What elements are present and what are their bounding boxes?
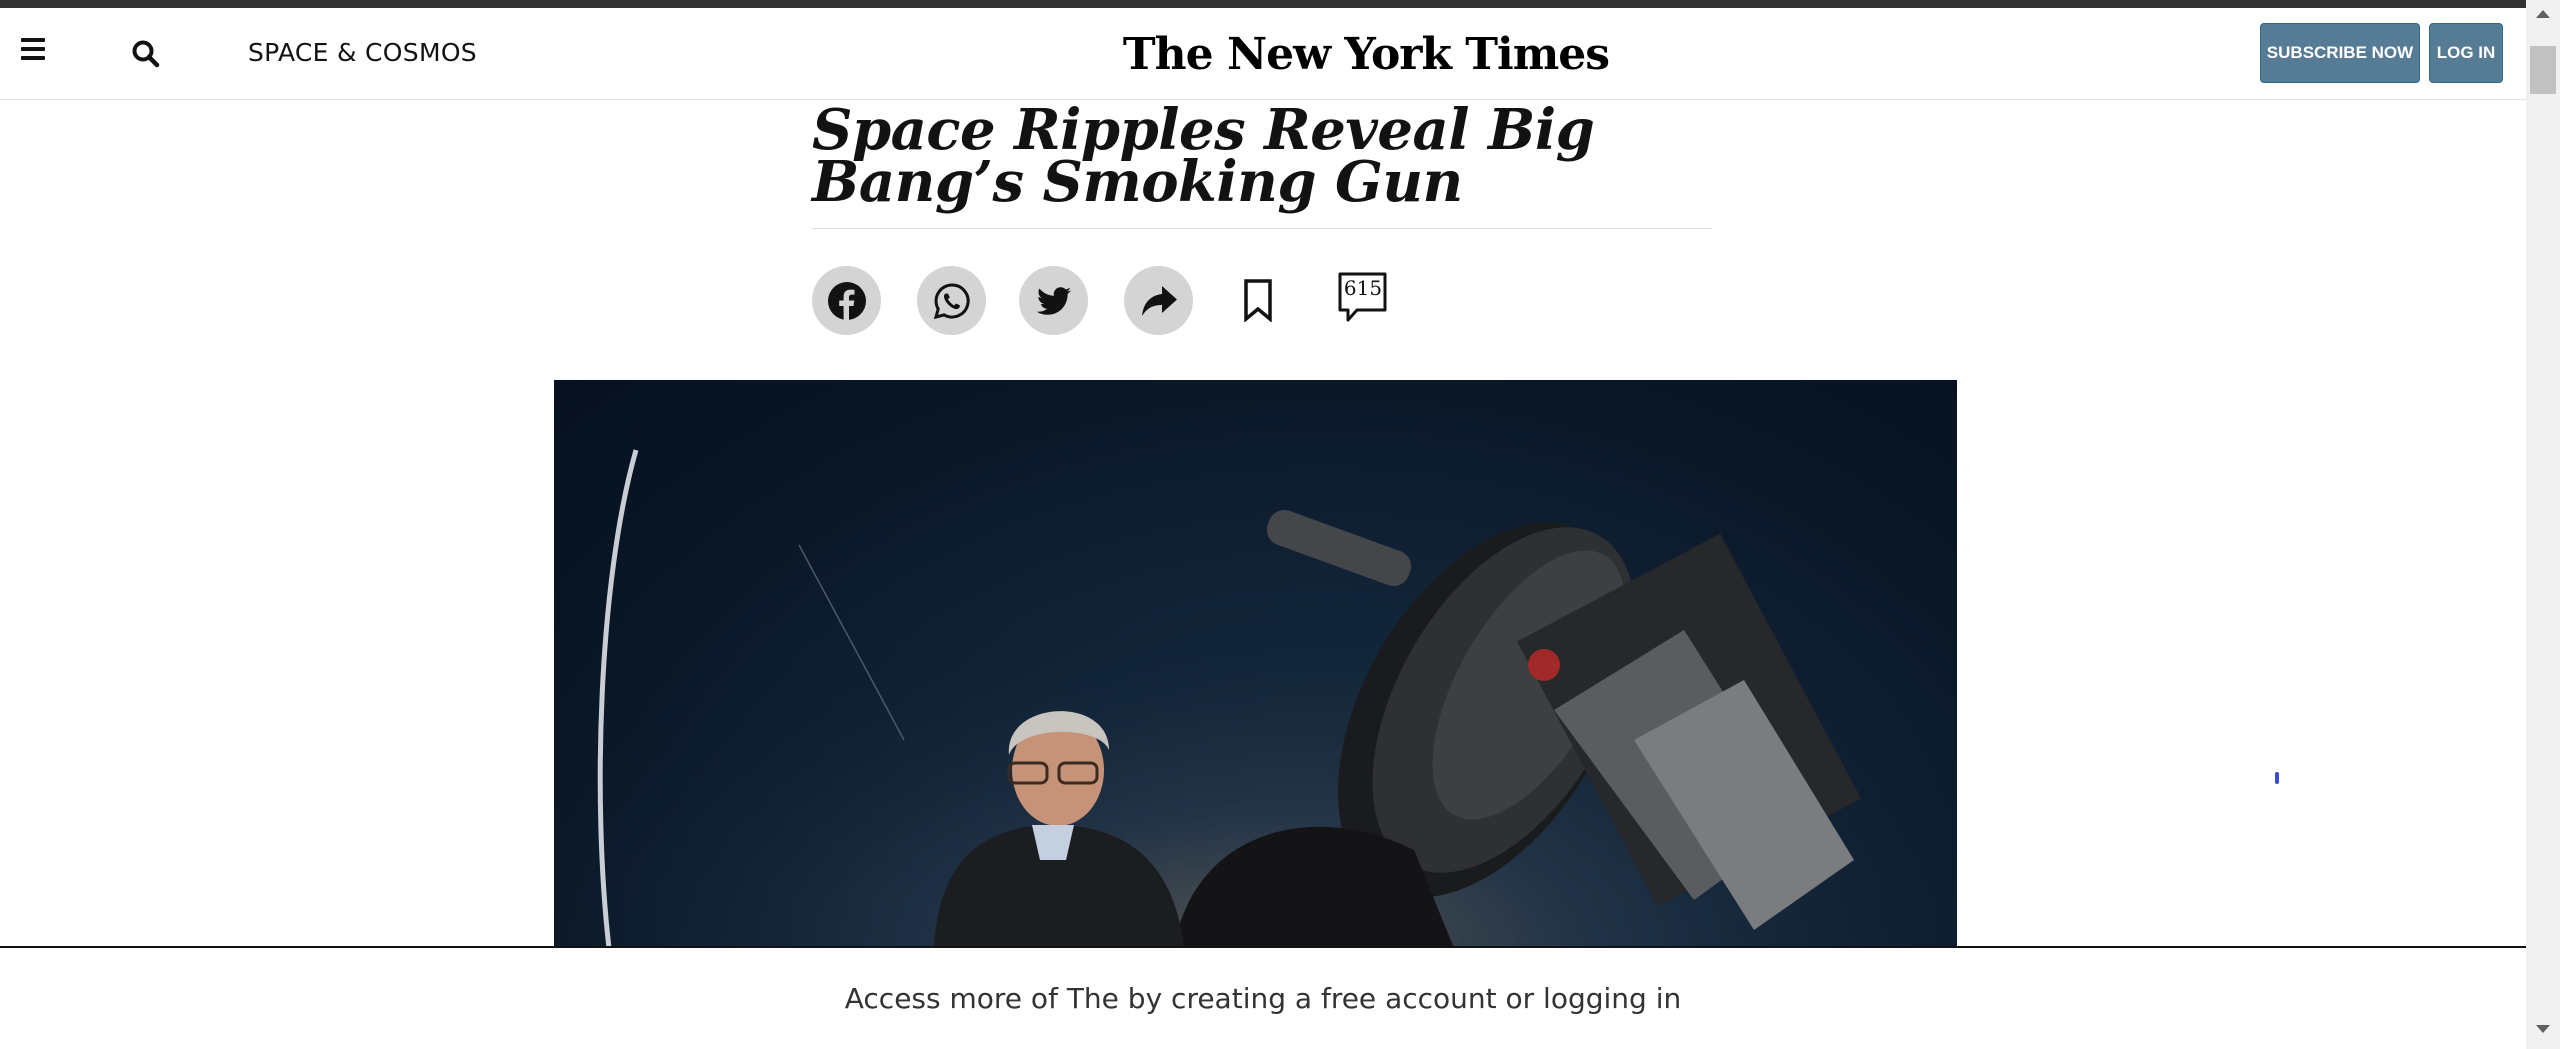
twitter-share-button[interactable] xyxy=(1019,266,1088,335)
registration-prompt-text[interactable]: Access more of The by creating a free ac… xyxy=(0,982,2526,1015)
more-share-button[interactable] xyxy=(1124,266,1193,335)
whatsapp-share-button[interactable] xyxy=(917,266,986,335)
headline-divider xyxy=(812,228,1712,229)
comments-button[interactable]: 615 xyxy=(1338,272,1388,324)
masthead: SPACE & COSMOS The New York Times SUBSCR… xyxy=(0,8,2526,100)
scrollbar-thumb[interactable] xyxy=(2530,46,2556,94)
registration-prompt: Access more of The by creating a free ac… xyxy=(0,946,2526,1049)
section-link[interactable]: SPACE & COSMOS xyxy=(248,38,477,67)
subscribe-button[interactable]: SUBSCRIBE NOW xyxy=(2260,23,2420,83)
twitter-icon xyxy=(1036,286,1071,315)
nyt-logo[interactable]: The New York Times xyxy=(1123,24,1610,84)
facebook-share-button[interactable] xyxy=(812,266,881,335)
share-icon xyxy=(1141,285,1177,316)
scrollbar-track[interactable] xyxy=(2526,0,2560,1049)
scroll-down-icon[interactable] xyxy=(2536,1025,2550,1033)
comment-count: 615 xyxy=(1343,276,1383,300)
search-icon[interactable] xyxy=(128,36,164,72)
facebook-icon xyxy=(827,281,866,320)
top-strip xyxy=(0,0,2560,8)
telescope-photo xyxy=(554,380,1957,948)
hero-image xyxy=(554,380,1957,948)
article-headline: Space Ripples Reveal Big Bang’s Smoking … xyxy=(812,97,1595,215)
share-toolbar: 615 xyxy=(812,266,1412,336)
loading-indicator xyxy=(2275,772,2279,784)
whatsapp-icon xyxy=(933,282,970,319)
scroll-up-icon[interactable] xyxy=(2536,10,2550,18)
menu-icon[interactable] xyxy=(18,38,48,68)
bookmark-icon[interactable] xyxy=(1240,278,1276,323)
login-button[interactable]: LOG IN xyxy=(2429,23,2503,83)
